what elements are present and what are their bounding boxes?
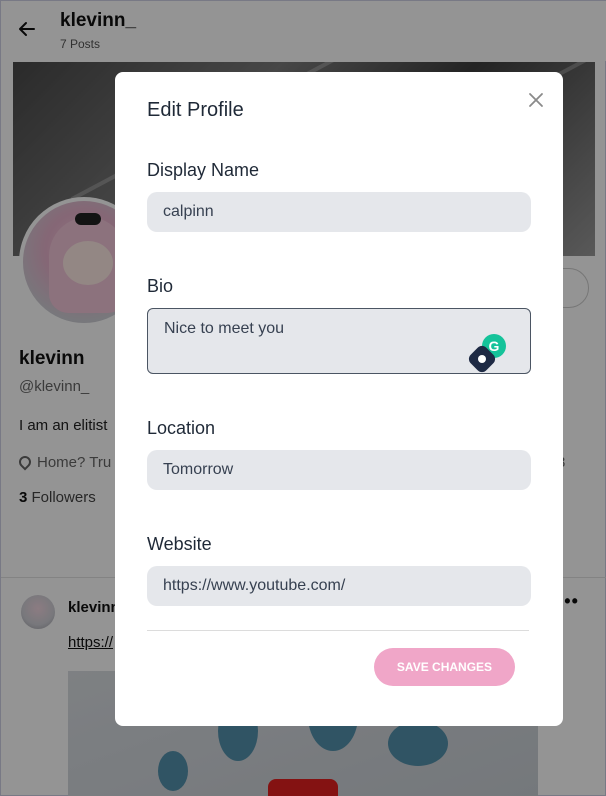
display-name-label: Display Name bbox=[147, 160, 260, 180]
location-label: Location bbox=[147, 418, 216, 438]
location-input[interactable] bbox=[147, 450, 531, 490]
save-changes-button[interactable]: Save Changes bbox=[374, 648, 515, 686]
website-input[interactable] bbox=[147, 566, 531, 606]
website-label: Website bbox=[147, 534, 212, 554]
close-button[interactable] bbox=[525, 89, 547, 111]
close-icon bbox=[529, 93, 543, 107]
modal-divider bbox=[147, 630, 529, 631]
modal-title: Edit Profile bbox=[147, 99, 244, 121]
bio-label: Bio bbox=[147, 276, 174, 296]
display-name-input[interactable] bbox=[147, 192, 531, 232]
edit-profile-modal: Edit Profile Display Name Bio Nice to me… bbox=[115, 72, 563, 726]
